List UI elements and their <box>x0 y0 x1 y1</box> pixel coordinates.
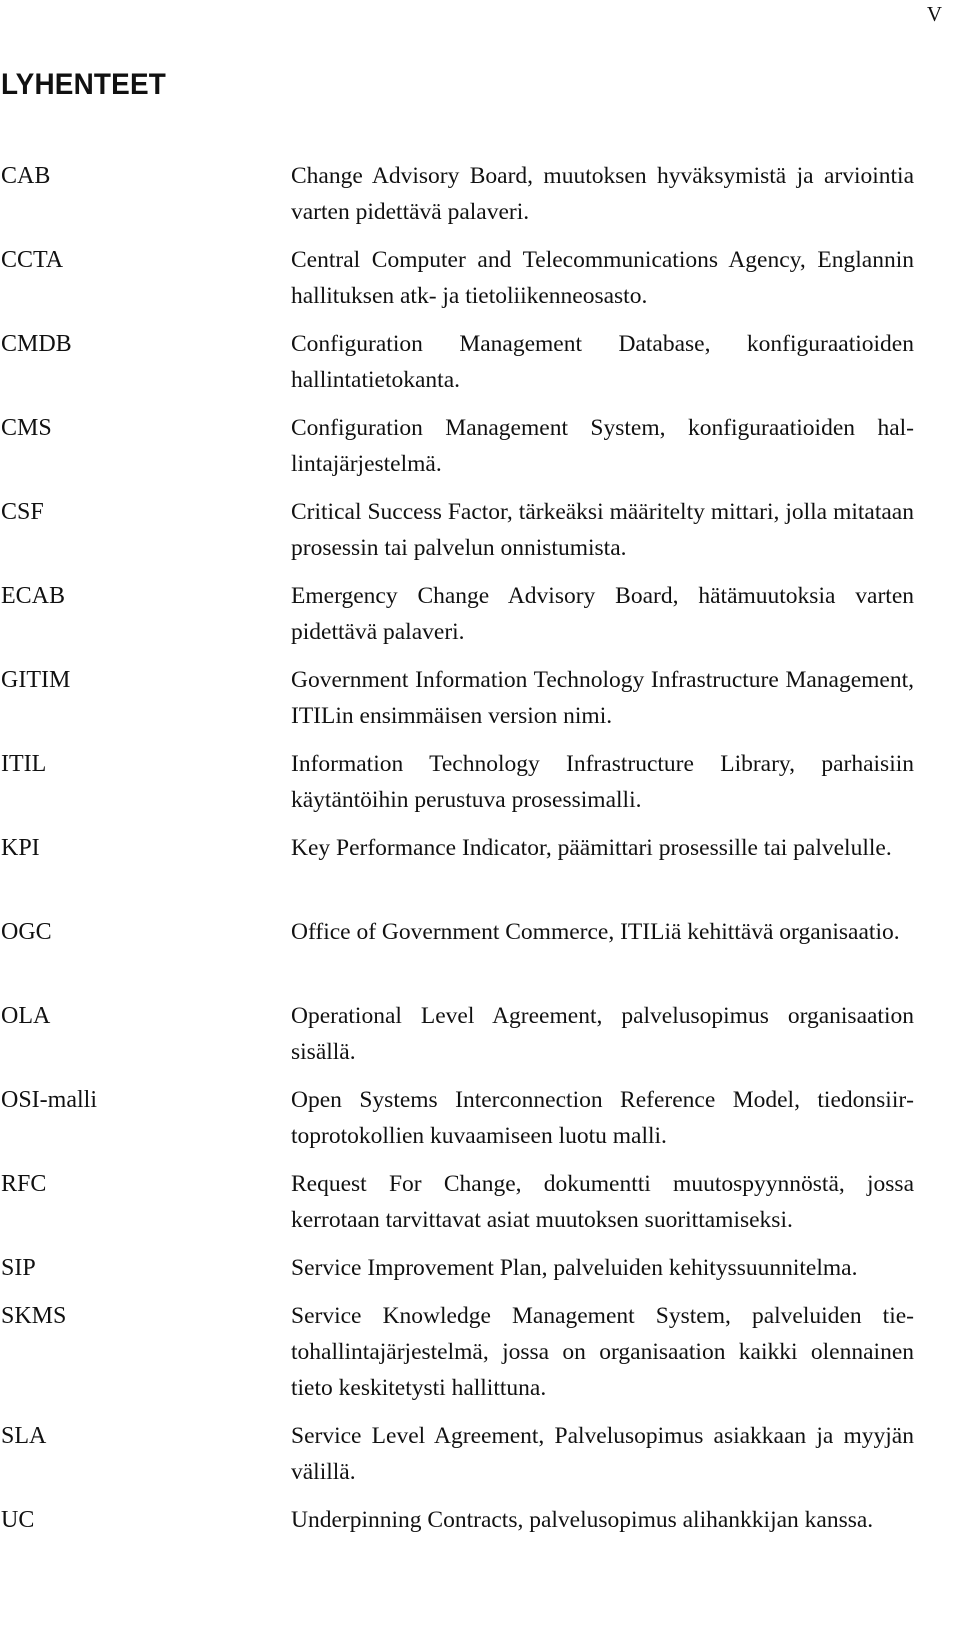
abbreviation-term: SIP <box>1 1255 36 1281</box>
abbreviation-term: GITIM <box>1 667 71 693</box>
abbreviation-definition: Open Systems Interconnection Reference M… <box>291 1087 914 1149</box>
abbreviation-term: SKMS <box>1 1303 67 1329</box>
abbreviation-term: ECAB <box>1 583 66 609</box>
abbreviation-definition: Office of Government Commerce, ITILiä ke… <box>291 919 900 945</box>
abbreviation-definition: Service Knowledge Management System, pal… <box>291 1303 914 1401</box>
abbreviation-term: KPI <box>1 835 40 861</box>
abbreviation-definition: Configuration Management Database, konfi… <box>291 331 914 393</box>
abbreviation-definition: Change Advisory Board, muutoksen hyväksy… <box>291 163 914 225</box>
abbreviation-term: CMS <box>1 415 52 441</box>
abbreviation-definition: Configuration Management System, konfigu… <box>291 415 914 477</box>
abbreviation-definition: Government Information Technology Infras… <box>291 667 914 729</box>
abbreviation-definition: Central Computer and Telecommunications … <box>291 247 914 309</box>
abbreviation-term: CAB <box>1 163 51 189</box>
abbreviation-term: CMDB <box>1 331 72 357</box>
abbreviation-definition: Key Performance Indicator, päämittari pr… <box>291 835 892 861</box>
page-heading: LYHENTEET <box>1 68 166 101</box>
abbreviation-term: CCTA <box>1 247 64 273</box>
abbreviation-term: CSF <box>1 499 44 525</box>
abbreviation-term: OLA <box>1 1003 51 1029</box>
abbreviation-term: RFC <box>1 1171 47 1197</box>
abbreviation-definition: Request For Change, dokumentti muutospyy… <box>291 1171 914 1233</box>
page-number: V <box>926 2 942 26</box>
abbreviation-definition: Information Technology Infrastructure Li… <box>291 751 914 813</box>
abbreviation-term: OSI-malli <box>1 1087 97 1113</box>
abbreviation-definition: Underpinning Contracts, palvelusopimus a… <box>291 1507 874 1533</box>
abbreviation-term: UC <box>1 1507 35 1533</box>
abbreviation-term: ITIL <box>1 751 47 777</box>
abbreviation-term: OGC <box>1 919 52 945</box>
abbreviation-definition: Emergency Change Advisory Board, hätämuu… <box>291 583 914 645</box>
abbreviation-term: SLA <box>1 1423 47 1449</box>
abbreviation-definition: Service Level Agreement, Palvelusopimus … <box>291 1423 914 1485</box>
abbreviation-definition: Service Improvement Plan, palveluiden ke… <box>291 1255 858 1281</box>
abbreviation-definition: Operational Level Agreement, palvelusopi… <box>291 1003 914 1065</box>
abbreviation-definition: Critical Success Factor, tärkeäksi määri… <box>291 499 914 561</box>
